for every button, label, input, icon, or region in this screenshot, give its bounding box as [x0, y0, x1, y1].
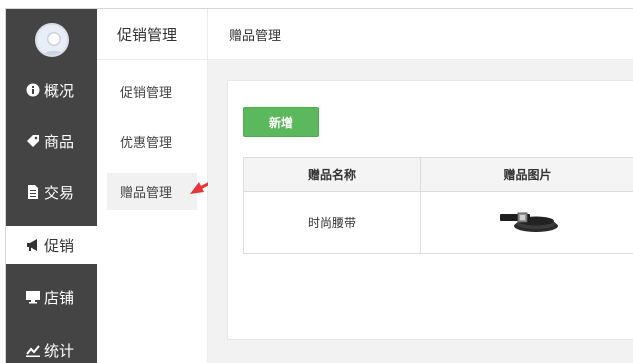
nav-item-overview[interactable]: 概况	[6, 71, 97, 109]
nav-item-label: 店铺	[44, 289, 75, 307]
document-icon	[28, 185, 38, 199]
avatar-image	[43, 32, 65, 55]
page-title: 赠品管理	[208, 9, 633, 60]
chart-line-icon	[26, 345, 40, 357]
submenu-item-promotion-management[interactable]: 促销管理	[107, 73, 197, 110]
column-header-gift-name: 赠品名称	[243, 157, 421, 192]
table-row[interactable]: 时尚腰带	[243, 191, 633, 254]
submenu-item-gift-management[interactable]: 赠品管理	[107, 173, 197, 210]
megaphone-icon	[27, 239, 37, 251]
add-button[interactable]: 新增	[243, 107, 319, 137]
gift-name-cell: 时尚腰带	[243, 191, 421, 254]
nav-item-store[interactable]: 店铺	[6, 278, 97, 316]
info-circle-icon	[26, 83, 40, 97]
nav-item-label: 交易	[44, 184, 75, 202]
nav-item-orders[interactable]: 交易	[6, 173, 97, 211]
nav-item-label: 概况	[44, 82, 75, 100]
app-frame: 概况 商品 交易 促销 店铺 统计 促销管理 促销管理 优惠管理 赠品管理 赠品…	[5, 8, 633, 363]
gift-image-cell	[420, 191, 633, 254]
submenu-title: 促销管理	[97, 9, 208, 60]
nav-item-products[interactable]: 商品	[6, 122, 97, 160]
gift-table: 赠品名称 赠品图片 时尚腰带	[243, 157, 633, 254]
main-content: 赠品管理 新增 赠品名称 赠品图片 时尚腰带	[208, 9, 633, 363]
nav-item-promotions[interactable]: 促销	[6, 226, 97, 264]
nav-item-label: 促销	[44, 237, 75, 255]
monitor-icon	[26, 291, 40, 304]
avatar[interactable]	[35, 23, 69, 57]
primary-nav: 概况 商品 交易 促销 店铺 统计	[6, 9, 97, 363]
table-header-row: 赠品名称 赠品图片	[243, 157, 633, 192]
nav-item-label: 统计	[44, 342, 75, 360]
tag-icon	[27, 135, 39, 147]
belt-image	[499, 212, 558, 232]
column-header-gift-image: 赠品图片	[420, 157, 633, 192]
nav-item-label: 商品	[44, 133, 75, 151]
submenu-item-discount-management[interactable]: 优惠管理	[107, 123, 197, 160]
nav-item-stats[interactable]: 统计	[6, 331, 97, 363]
content-card: 新增 赠品名称 赠品图片 时尚腰带	[227, 80, 633, 340]
